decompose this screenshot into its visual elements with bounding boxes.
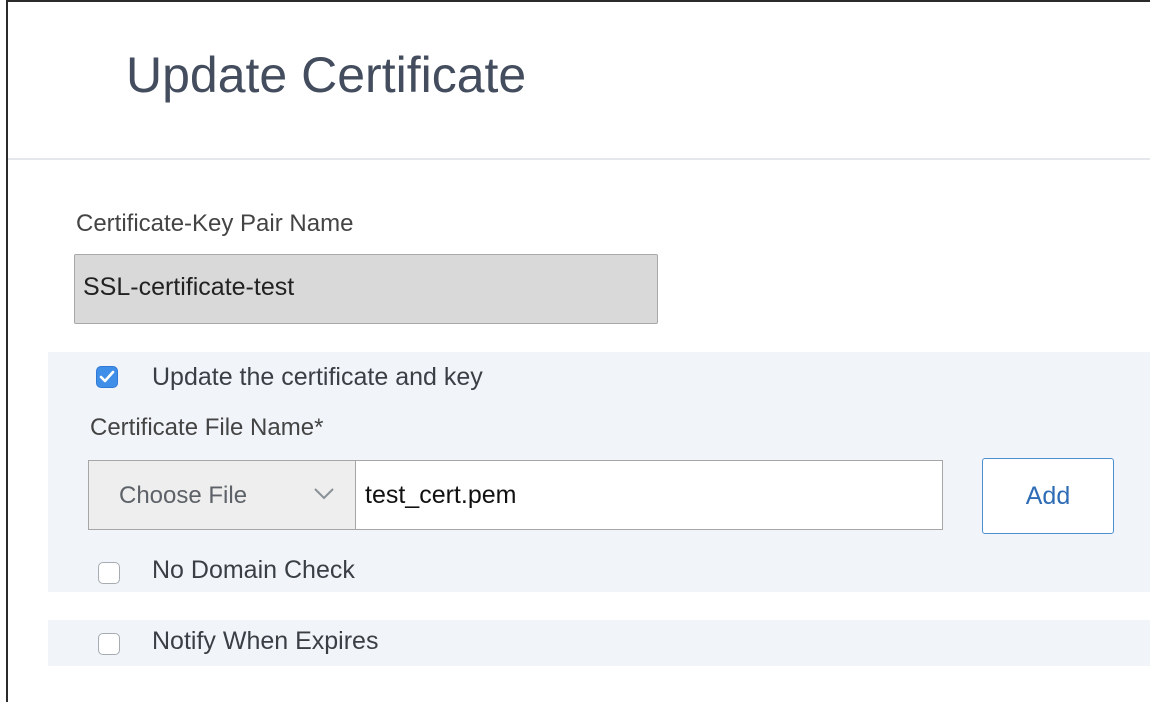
keypair-name-field: SSL-certificate-test: [74, 254, 658, 324]
choose-file-label: Choose File: [119, 482, 248, 509]
window-frame-top: [6, 0, 1150, 2]
cert-file-name-label: Certificate File Name*: [90, 414, 324, 441]
window-frame-left: [6, 0, 8, 702]
checkmark-icon: [99, 370, 115, 383]
keypair-name-label: Certificate-Key Pair Name: [76, 210, 354, 237]
no-domain-check-label[interactable]: No Domain Check: [152, 556, 355, 585]
add-button[interactable]: Add: [982, 458, 1114, 534]
cert-file-input[interactable]: test_cert.pem: [355, 460, 943, 530]
page-title: Update Certificate: [126, 47, 527, 103]
update-cert-label[interactable]: Update the certificate and key: [152, 363, 483, 392]
no-domain-check-checkbox[interactable]: [98, 562, 120, 584]
notify-label[interactable]: Notify When Expires: [152, 627, 378, 656]
header-divider: [8, 158, 1150, 160]
chevron-down-icon: [314, 488, 334, 500]
update-cert-checkbox[interactable]: [96, 366, 118, 388]
choose-file-dropdown[interactable]: Choose File: [88, 460, 356, 530]
notify-checkbox[interactable]: [98, 633, 120, 655]
